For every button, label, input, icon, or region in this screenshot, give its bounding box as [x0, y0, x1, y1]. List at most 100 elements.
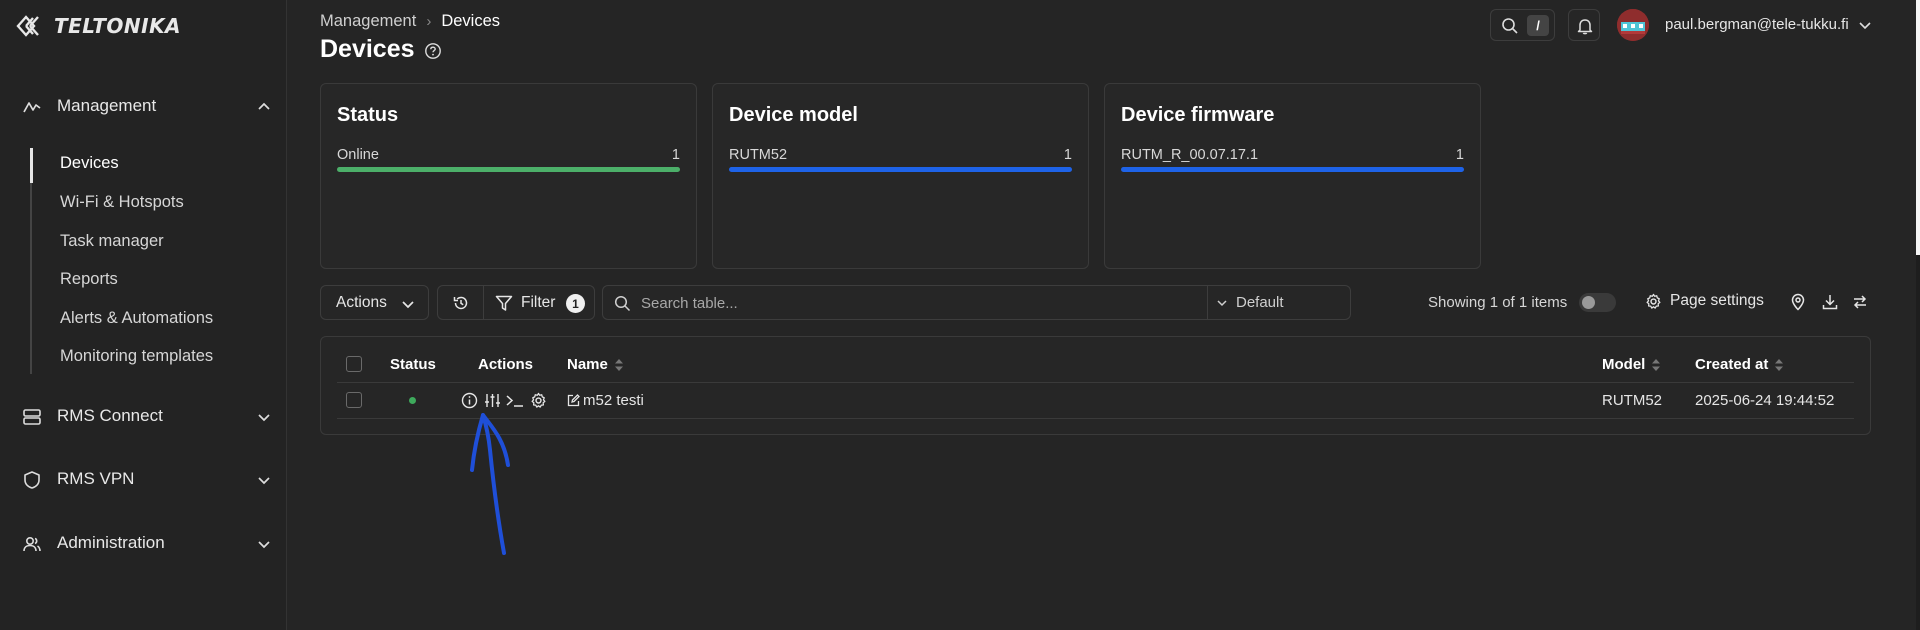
filter-icon[interactable]	[495, 295, 513, 312]
sidebar-section-management[interactable]: Management	[0, 86, 287, 126]
sidebar-item-reports[interactable]: Reports	[60, 270, 118, 289]
teltonika-logo[interactable]: TELTONIKA	[16, 12, 181, 40]
column-header-actions: Actions	[478, 356, 534, 373]
download-icon[interactable]	[1821, 293, 1839, 311]
sync-icon[interactable]	[1851, 293, 1869, 311]
sidebar-item-monitoring-templates[interactable]: Monitoring templates	[60, 347, 213, 366]
row-checkbox[interactable]	[346, 392, 362, 408]
management-subnav: Devices Wi-Fi & Hotspots Task manager Re…	[30, 148, 280, 374]
column-header-model-label: Model	[1602, 356, 1646, 373]
card-title: Device firmware	[1121, 104, 1275, 126]
global-search-button[interactable]: /	[1490, 9, 1555, 41]
sidebar-section-rms-connect[interactable]: RMS Connect	[0, 396, 287, 436]
device-name-link[interactable]: m52 testi	[583, 392, 644, 409]
sidebar-item-task-manager[interactable]: Task manager	[60, 232, 164, 251]
divider	[337, 418, 1854, 419]
history-icon	[453, 296, 468, 310]
search-icon	[614, 295, 631, 312]
chevron-up-icon	[258, 102, 270, 110]
column-header-created-at-label: Created at	[1695, 356, 1769, 373]
card-row-label[interactable]: RUTM52	[729, 147, 787, 163]
actions-label: Actions	[336, 293, 387, 311]
notifications-button[interactable]	[1568, 9, 1600, 41]
device-model-cell: RUTM52	[1602, 392, 1663, 409]
edit-icon[interactable]	[567, 394, 580, 407]
info-icon[interactable]	[461, 392, 478, 409]
sidebar-section-label: RMS VPN	[57, 469, 135, 488]
view-select[interactable]: Default	[1236, 294, 1284, 311]
sidebar: TELTONIKA Management Devices Wi-Fi & Hot…	[0, 0, 287, 630]
card-title: Device model	[729, 104, 858, 126]
device-firmware-card: Device firmware RUTM_R_00.07.17.1 1	[1104, 83, 1481, 269]
sidebar-item-wifi-hotspots[interactable]: Wi-Fi & Hotspots	[60, 193, 184, 212]
card-progress-bar	[337, 167, 680, 172]
search-icon	[1502, 18, 1518, 34]
sidebar-item-devices[interactable]: Devices	[60, 154, 119, 173]
terminal-icon[interactable]	[505, 392, 525, 409]
search-input[interactable]	[641, 292, 1201, 314]
card-row-label[interactable]: Online	[337, 147, 379, 163]
column-header-model[interactable]: Model	[1602, 356, 1661, 373]
sliders-icon[interactable]	[484, 392, 501, 409]
breadcrumb-separator-icon: ›	[426, 13, 432, 30]
card-row-count: 1	[1063, 147, 1072, 163]
actions-dropdown[interactable]: Actions	[320, 285, 429, 320]
status-card: Status Online 1	[320, 83, 697, 269]
sort-icon[interactable]	[614, 358, 624, 372]
help-circle-icon[interactable]	[424, 42, 442, 60]
filter-group: Filter 1	[437, 285, 595, 320]
devices-table: Status Actions Name Model Created at m52…	[320, 336, 1871, 435]
sidebar-section-label: Management	[57, 96, 157, 115]
items-count: Showing 1 of 1 items	[1428, 294, 1568, 311]
chevron-down-icon[interactable]	[1216, 297, 1228, 309]
breadcrumb-management[interactable]: Management	[320, 12, 416, 31]
filter-count-badge: 1	[566, 294, 585, 313]
avatar[interactable]	[1617, 9, 1649, 41]
chevron-down-icon	[258, 541, 270, 549]
divider	[337, 382, 1854, 383]
user-menu[interactable]: paul.bergman@tele-tukku.fi	[1665, 16, 1849, 33]
toggle-knob	[1582, 296, 1595, 309]
card-progress-bar	[729, 167, 1072, 172]
map-pin-icon[interactable]	[1789, 293, 1807, 311]
activity-icon	[23, 102, 41, 113]
breadcrumb-devices: Devices	[441, 12, 500, 30]
page-settings-button[interactable]: Page settings	[1645, 292, 1764, 310]
sidebar-item-alerts-automations[interactable]: Alerts & Automations	[60, 309, 213, 328]
scrollbar-thumb[interactable]	[1916, 0, 1920, 255]
card-row-count: 1	[671, 147, 680, 163]
card-row-label[interactable]: RUTM_R_00.07.17.1	[1121, 147, 1258, 163]
column-header-status[interactable]: Status	[390, 356, 436, 373]
users-icon	[23, 536, 41, 552]
filter-button[interactable]: Filter	[521, 294, 555, 312]
chevron-down-icon[interactable]	[1858, 18, 1872, 32]
card-progress-bar	[1121, 167, 1464, 172]
device-model-card: Device model RUTM52 1	[712, 83, 1089, 269]
brand-name: TELTONIKA	[54, 14, 182, 38]
sidebar-section-administration[interactable]: Administration	[0, 523, 287, 563]
column-header-name[interactable]: Name	[567, 356, 624, 373]
active-indicator	[30, 148, 33, 183]
created-at-cell: 2025-06-24 19:44:52	[1695, 392, 1835, 409]
server-icon	[23, 409, 41, 425]
toggle-switch[interactable]	[1579, 293, 1616, 312]
sort-icon[interactable]	[1651, 358, 1661, 372]
bell-icon	[1577, 19, 1593, 35]
sidebar-section-label: Administration	[57, 533, 165, 552]
status-online-dot	[409, 397, 416, 404]
card-title: Status	[337, 104, 399, 126]
gear-icon[interactable]	[530, 392, 547, 409]
annotation-arrow	[470, 413, 510, 555]
search-shortcut-key: /	[1527, 15, 1549, 36]
shield-icon	[24, 471, 40, 489]
chevron-down-icon	[258, 477, 270, 485]
sidebar-section-rms-vpn[interactable]: RMS VPN	[0, 459, 287, 499]
page-title: Devices	[320, 35, 415, 63]
column-header-created-at[interactable]: Created at	[1695, 356, 1784, 373]
table-search: Default	[602, 285, 1351, 320]
history-button[interactable]	[438, 286, 484, 319]
sort-icon[interactable]	[1774, 358, 1784, 372]
select-all-checkbox[interactable]	[346, 356, 362, 372]
page-settings-label: Page settings	[1670, 292, 1764, 309]
avatar-image	[1617, 9, 1649, 41]
